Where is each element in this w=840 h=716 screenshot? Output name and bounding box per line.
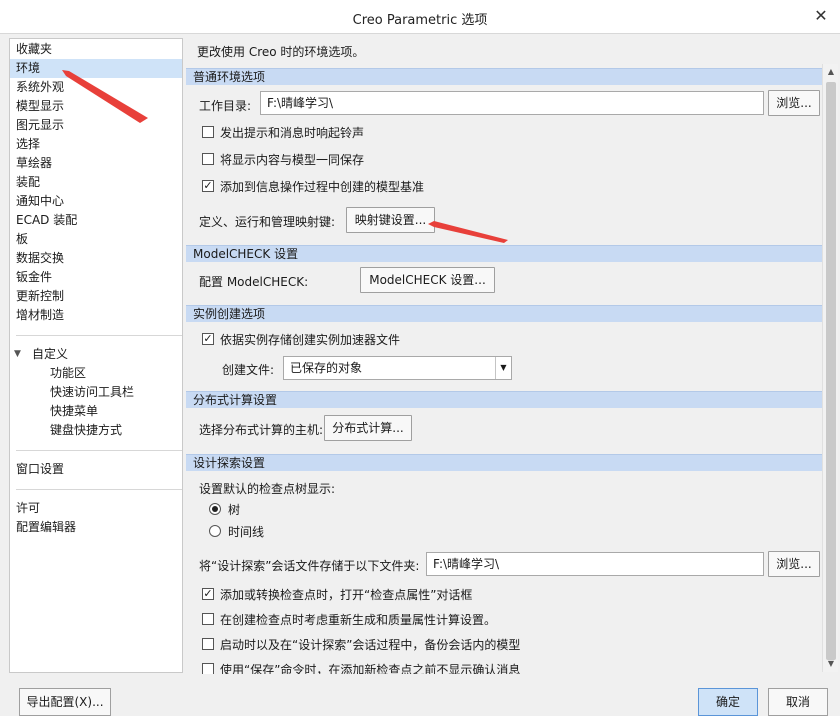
- ok-button[interactable]: 确定: [698, 688, 758, 716]
- sidebar-item-assembly[interactable]: 装配: [10, 173, 182, 192]
- store-folder-label: 将“设计探索”会话文件存储于以下文件夹:: [199, 559, 420, 573]
- sidebar-item-quick-access-toolbar[interactable]: 快速访问工具栏: [10, 383, 182, 402]
- section-instance: 实例创建选项: [186, 305, 822, 322]
- sidebar-item-entity-display[interactable]: 图元显示: [10, 116, 182, 135]
- export-config-button[interactable]: 导出配置(X)...: [19, 688, 111, 716]
- regen-checkbox[interactable]: [202, 613, 214, 625]
- radio-tree-label: 树: [228, 503, 241, 517]
- sidebar-item-license[interactable]: 许可: [10, 499, 182, 518]
- chevron-down-icon[interactable]: ▼: [495, 357, 511, 379]
- sidebar-item-sketcher[interactable]: 草绘器: [10, 154, 182, 173]
- store-folder-field[interactable]: F:\晴峰学习\: [426, 552, 764, 576]
- page-description: 更改使用 Creo 时的环境选项。: [197, 45, 365, 59]
- sidebar-item-customize[interactable]: 自定义: [10, 345, 182, 364]
- sidebar-divider: [16, 489, 182, 490]
- scroll-down-icon[interactable]: ▼: [823, 656, 839, 672]
- regen-label: 在创建检查点时考虑重新生成和质量属性计算设置。: [220, 613, 497, 627]
- open-props-checkbox[interactable]: ✓: [202, 588, 214, 600]
- sidebar-item-shortcut-menu[interactable]: 快捷菜单: [10, 402, 182, 421]
- add-datums-checkbox[interactable]: ✓: [202, 180, 214, 192]
- sidebar-item-config-editor[interactable]: 配置编辑器: [10, 518, 182, 537]
- sidebar-item-data-exchange[interactable]: 数据交换: [10, 249, 182, 268]
- sidebar-item-ribbon[interactable]: 功能区: [10, 364, 182, 383]
- mapkey-label: 定义、运行和管理映射键:: [199, 215, 336, 229]
- create-file-label: 创建文件:: [222, 363, 275, 377]
- sidebar-item-board[interactable]: 板: [10, 230, 182, 249]
- backup-label: 启动时以及在“设计探索”会话过程中，备份会话内的模型: [220, 638, 521, 652]
- radio-timeline-label: 时间线: [228, 525, 265, 539]
- close-icon[interactable]: ✕: [812, 7, 830, 25]
- sidebar-item-window-settings[interactable]: 窗口设置: [10, 460, 182, 479]
- window-title: Creo Parametric 选项: [352, 13, 488, 28]
- sidebar-item-update-control[interactable]: 更新控制: [10, 287, 182, 306]
- sidebar-divider: [16, 450, 182, 451]
- radio-selected-dot: [212, 506, 218, 512]
- sidebar-nav: 收藏夹 环境 系统外观 模型显示 图元显示 选择 草绘器 装配 通知中心 ECA…: [9, 38, 183, 673]
- distributed-compute-button[interactable]: 分布式计算...: [324, 415, 412, 441]
- scroll-thumb[interactable]: [826, 82, 836, 660]
- sidebar-item-favorites[interactable]: 收藏夹: [10, 40, 182, 59]
- store-folder-browse-button[interactable]: 浏览...: [768, 551, 820, 577]
- scroll-up-icon[interactable]: ▲: [823, 64, 839, 80]
- no-confirm-checkbox[interactable]: [202, 663, 214, 674]
- sidebar-item-additive[interactable]: 增材制造: [10, 306, 182, 325]
- sidebar-item-environment[interactable]: 环境: [10, 59, 182, 78]
- workdir-browse-button[interactable]: 浏览...: [768, 90, 820, 116]
- modelcheck-settings-button[interactable]: ModelCHECK 设置...: [360, 267, 495, 293]
- sidebar-item-keyboard-shortcuts[interactable]: 键盘快捷方式: [10, 421, 182, 440]
- sidebar-item-ecad-assembly[interactable]: ECAD 装配: [10, 211, 182, 230]
- section-modelcheck: ModelCHECK 设置: [186, 245, 822, 262]
- instance-accel-label: 依据实例存储创建实例加速器文件: [220, 333, 401, 347]
- sidebar-item-notification-center[interactable]: 通知中心: [10, 192, 182, 211]
- instance-accel-checkbox[interactable]: ✓: [202, 333, 214, 345]
- sidebar-item-model-display[interactable]: 模型显示: [10, 97, 182, 116]
- section-general: 普通环境选项: [186, 68, 822, 85]
- sidebar-divider: [16, 335, 182, 336]
- bell-label: 发出提示和消息时响起铃声: [220, 126, 365, 140]
- create-file-select[interactable]: 已保存的对象 ▼: [283, 356, 512, 380]
- radio-tree[interactable]: [209, 503, 221, 515]
- sidebar-item-system-appearance[interactable]: 系统外观: [10, 78, 182, 97]
- no-confirm-label: 使用“保存”命令时，在添加新检查点之前不显示确认消息: [220, 663, 521, 674]
- radio-timeline[interactable]: [209, 525, 221, 537]
- save-display-checkbox[interactable]: [202, 153, 214, 165]
- open-props-label: 添加或转换检查点时，打开“检查点属性”对话框: [220, 588, 473, 602]
- section-distributed: 分布式计算设置: [186, 391, 822, 408]
- workdir-field[interactable]: F:\晴峰学习\: [260, 91, 764, 115]
- bell-checkbox[interactable]: [202, 126, 214, 138]
- backup-checkbox[interactable]: [202, 638, 214, 650]
- title-bar: Creo Parametric 选项 ✕: [0, 0, 840, 34]
- mapkey-settings-button[interactable]: 映射键设置...: [346, 207, 435, 233]
- cancel-button[interactable]: 取消: [768, 688, 828, 716]
- sidebar-item-sheetmetal[interactable]: 钣金件: [10, 268, 182, 287]
- add-datums-label: 添加到信息操作过程中创建的模型基准: [220, 180, 425, 194]
- save-display-label: 将显示内容与模型一同保存: [220, 153, 365, 167]
- options-scrollbar[interactable]: ▲ ▼: [822, 64, 838, 672]
- create-file-value: 已保存的对象: [290, 361, 363, 375]
- options-panel: 普通环境选项 工作目录: F:\晴峰学习\ 浏览... 发出提示和消息时响起铃声…: [186, 64, 822, 674]
- section-design-explore: 设计探索设置: [186, 454, 822, 471]
- distributed-label: 选择分布式计算的主机:: [199, 423, 324, 437]
- sidebar-item-selection[interactable]: 选择: [10, 135, 182, 154]
- checkpoint-tree-label: 设置默认的检查点树显示:: [199, 482, 336, 496]
- workdir-label: 工作目录:: [199, 99, 252, 113]
- modelcheck-label: 配置 ModelCHECK:: [199, 275, 309, 289]
